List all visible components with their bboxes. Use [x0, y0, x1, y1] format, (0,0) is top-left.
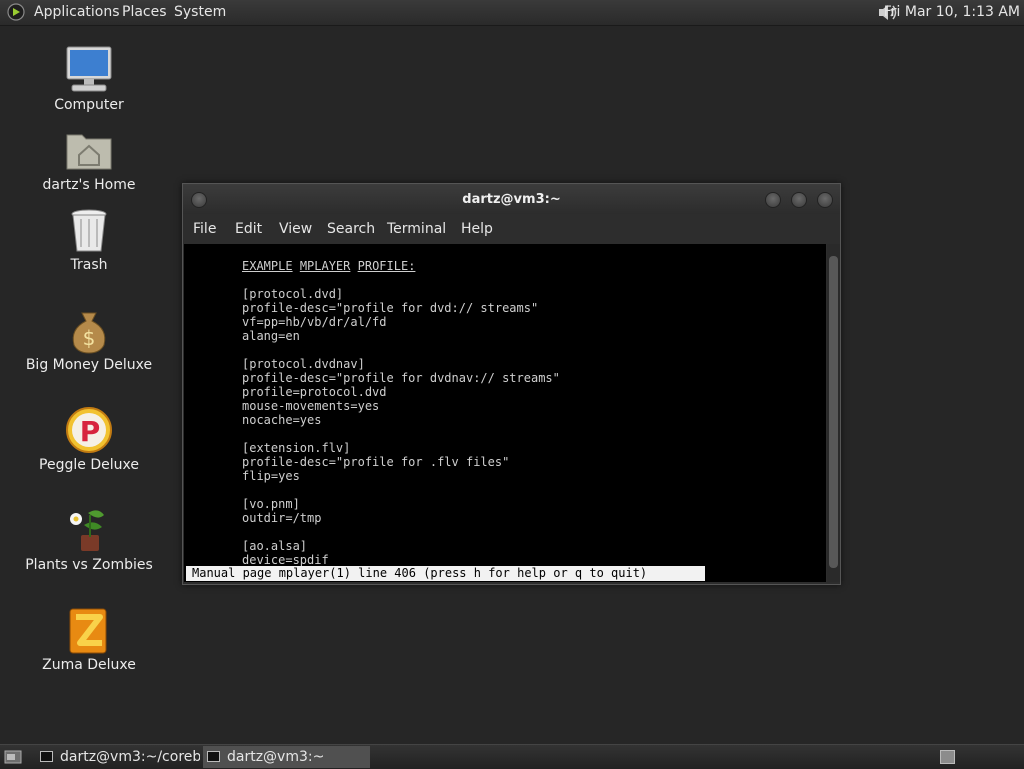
desktop-icon-label: Plants vs Zombies — [25, 557, 153, 573]
terminal-line: [protocol.dvdnav] — [242, 357, 365, 371]
system-menu[interactable]: System — [174, 4, 226, 21]
terminal-line: flip=yes — [242, 469, 300, 483]
desktop-icon-label: dartz's Home — [42, 177, 136, 193]
terminal-menubar: File Edit View Search Terminal Help — [183, 214, 840, 244]
close-button[interactable] — [817, 192, 833, 208]
terminal-heading: EXAMPLE MPLAYER PROFILE: — [242, 259, 415, 273]
taskbar-item-label: dartz@vm3:~ — [227, 749, 325, 765]
menu-file[interactable]: File — [193, 221, 216, 237]
terminal-line: alang=en — [242, 329, 300, 343]
menu-view[interactable]: View — [279, 221, 312, 237]
window-titlebar[interactable]: dartz@vm3:~ — [183, 184, 840, 214]
menu-edit[interactable]: Edit — [235, 221, 262, 237]
places-menu[interactable]: Places — [122, 4, 167, 21]
terminal-window[interactable]: dartz@vm3:~ File Edit View Search Termin… — [182, 183, 841, 585]
scrollbar-thumb[interactable] — [829, 256, 838, 568]
applications-menu[interactable]: Applications — [34, 4, 120, 21]
terminal-line: profile-desc="profile for dvdnav:// stre… — [242, 371, 560, 385]
desktop-icon-label: Computer — [54, 97, 124, 113]
terminal-line: profile=protocol.dvd — [242, 385, 387, 399]
heading-word: MPLAYER — [299, 259, 351, 273]
taskbar-item-terminal-1[interactable]: dartz@vm3:~/coreb… — [36, 746, 200, 768]
peggle-icon: P — [66, 407, 112, 453]
workspace-switcher-icon[interactable] — [940, 750, 955, 764]
terminal-line: profile-desc="profile for dvd:// streams… — [242, 301, 539, 315]
desktop-icon-label: Trash — [70, 257, 108, 273]
terminal-line: mouse-movements=yes — [242, 399, 380, 413]
svg-text:P: P — [80, 415, 101, 448]
heading-word: PROFILE: — [357, 259, 416, 273]
terminal-line: device=spdif — [242, 553, 329, 567]
trash-icon — [71, 209, 107, 252]
clock[interactable]: Fri Mar 10, 1:13 AM — [884, 4, 1020, 21]
svg-text:$: $ — [83, 326, 96, 350]
gnome-foot-icon[interactable] — [7, 3, 25, 21]
zuma-icon — [69, 608, 107, 654]
home-folder-icon — [66, 134, 112, 170]
bottom-panel: dartz@vm3:~/coreb… dartz@vm3:~ — [0, 744, 1024, 769]
terminal-icon — [40, 751, 53, 762]
taskbar-item-label: dartz@vm3:~/coreb… — [60, 749, 200, 765]
terminal-line: [vo.pnm] — [242, 497, 300, 511]
desktop-icon-label: Big Money Deluxe — [25, 357, 153, 373]
money-bag-icon: $ — [72, 312, 106, 354]
terminal-scrollbar[interactable] — [827, 244, 840, 582]
heading-word: EXAMPLE — [242, 259, 293, 273]
terminal-line: [protocol.dvd] — [242, 287, 344, 301]
menu-search[interactable]: Search — [327, 221, 375, 237]
plants-vs-zombies-icon — [70, 510, 104, 551]
maximize-button[interactable] — [791, 192, 807, 208]
show-desktop-icon[interactable] — [4, 748, 22, 765]
terminal-line: [extension.flv] — [242, 441, 351, 455]
window-title: dartz@vm3:~ — [462, 192, 561, 207]
terminal-output[interactable]: EXAMPLE MPLAYER PROFILE: [protocol.dvd] … — [184, 244, 826, 582]
computer-monitor-icon — [66, 46, 112, 92]
taskbar-item-terminal-2[interactable]: dartz@vm3:~ — [203, 746, 370, 768]
terminal-icon — [207, 751, 220, 762]
menu-help[interactable]: Help — [461, 221, 493, 237]
pager-status-line: Manual page mplayer(1) line 406 (press h… — [186, 566, 705, 581]
terminal-line: nocache=yes — [242, 413, 322, 427]
menu-terminal[interactable]: Terminal — [387, 221, 446, 237]
minimize-button[interactable] — [765, 192, 781, 208]
desktop-icon-label: Peggle Deluxe — [39, 457, 139, 473]
terminal-line: outdir=/tmp — [242, 511, 322, 525]
top-panel: Applications Places System Fri Mar 10, 1… — [0, 0, 1024, 26]
terminal-line: [ao.alsa] — [242, 539, 308, 553]
terminal-line: vf=pp=hb/vb/dr/al/fd — [242, 315, 387, 329]
desktop-icon-label: Zuma Deluxe — [42, 657, 136, 673]
terminal-line: profile-desc="profile for .flv files" — [242, 455, 510, 469]
